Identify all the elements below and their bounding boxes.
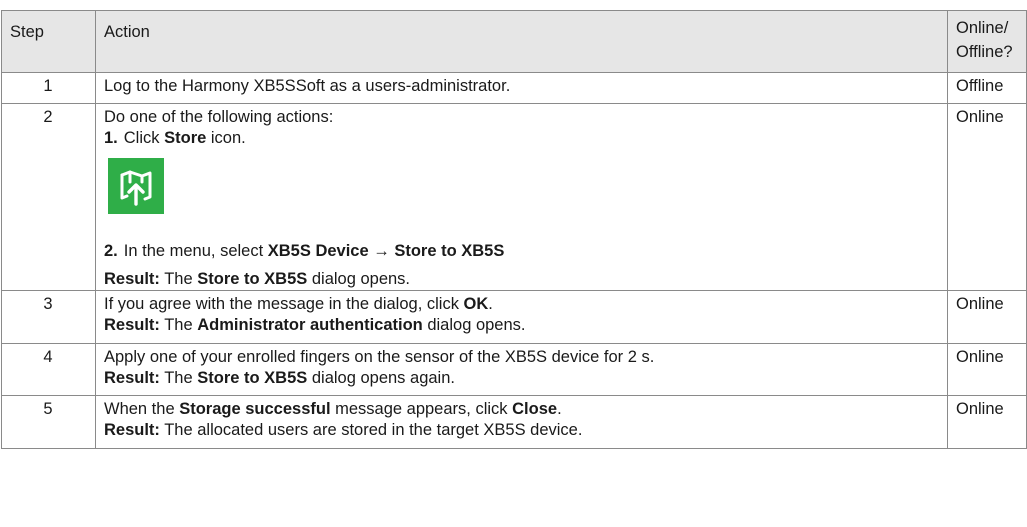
header-online-line2: Offline? (956, 43, 1013, 61)
result-line: Result: The Administrator authentication… (104, 316, 526, 334)
table-row: 2 Do one of the following actions: 1. Cli… (1, 103, 1027, 291)
action-text: Log to the Harmony XB5SSoft as a users-a… (104, 77, 511, 95)
mode-cell: Online (947, 395, 1027, 449)
action-cell: When the Storage successful message appe… (95, 395, 948, 449)
step-number: 4 (1, 343, 96, 396)
result-line: Result: The Store to XB5S dialog opens a… (104, 369, 455, 387)
action-text: When the Storage successful message appe… (104, 400, 562, 418)
step-number: 3 (1, 290, 96, 344)
result-line: Result: The allocated users are stored i… (104, 421, 583, 439)
procedure-table: Step Action Online/ Offline? 1 Log to th… (1, 10, 1027, 449)
sub-step-2: 2. In the menu, select XB5S Device → Stor… (104, 242, 505, 260)
store-icon-container (104, 149, 938, 241)
action-intro: Do one of the following actions: (104, 108, 334, 126)
table-header-row: Step Action Online/ Offline? (1, 10, 1027, 73)
action-text: Apply one of your enrolled fingers on th… (104, 348, 655, 366)
header-online-line1: Online/ (956, 19, 1009, 37)
store-icon (108, 158, 164, 214)
result-line: Result: The Store to XB5S dialog opens. (104, 270, 411, 288)
step-number: 1 (1, 72, 96, 104)
header-action: Action (95, 10, 948, 73)
table-row: 1 Log to the Harmony XB5SSoft as a users… (1, 72, 1027, 104)
action-cell: Apply one of your enrolled fingers on th… (95, 343, 948, 396)
mode-cell: Online (947, 103, 1027, 291)
header-online-offline: Online/ Offline? (947, 10, 1027, 73)
table-row: 3 If you agree with the message in the d… (1, 290, 1027, 344)
action-cell: Log to the Harmony XB5SSoft as a users-a… (95, 72, 948, 104)
sub-step-1: 1. Click Store icon. (104, 129, 246, 147)
action-cell: If you agree with the message in the dia… (95, 290, 948, 344)
step-number: 5 (1, 395, 96, 449)
mode-cell: Online (947, 343, 1027, 396)
action-cell: Do one of the following actions: 1. Click… (95, 103, 948, 291)
mode-cell: Online (947, 290, 1027, 344)
mode-cell: Offline (947, 72, 1027, 104)
header-step: Step (1, 10, 96, 73)
action-text: If you agree with the message in the dia… (104, 295, 493, 313)
table-row: 5 When the Storage successful message ap… (1, 395, 1027, 449)
table-row: 4 Apply one of your enrolled fingers on … (1, 343, 1027, 396)
step-number: 2 (1, 103, 96, 291)
